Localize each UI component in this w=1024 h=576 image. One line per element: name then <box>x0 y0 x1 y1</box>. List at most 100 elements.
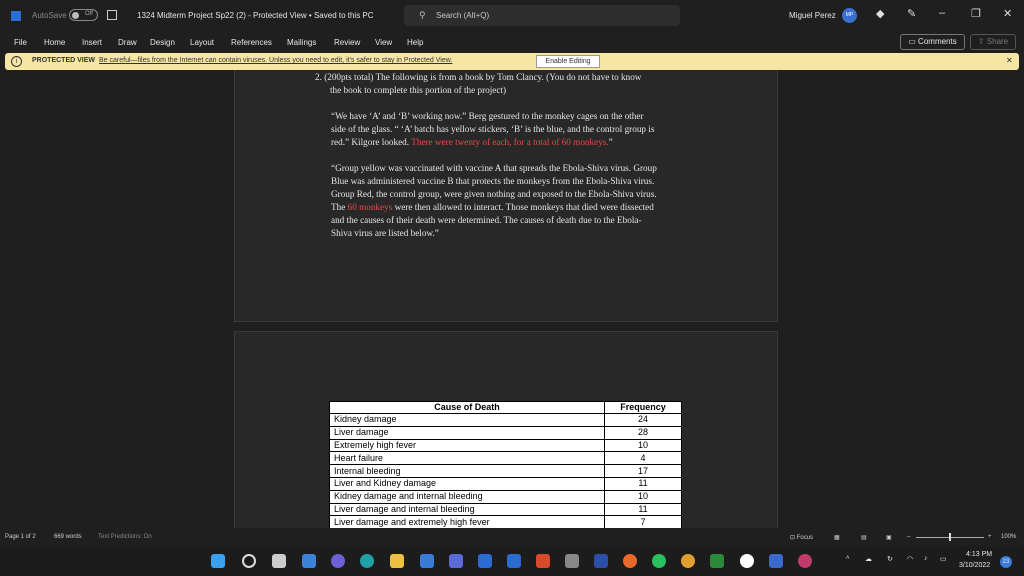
search-icon: ⚲ <box>419 10 426 20</box>
share-icon: ⇧ <box>977 37 987 46</box>
widgets-icon[interactable] <box>302 554 316 568</box>
app-icon[interactable] <box>565 554 579 568</box>
share-button[interactable]: ⇧ Share <box>970 34 1016 50</box>
clock-time[interactable]: 4:13 PM <box>966 551 992 558</box>
tab-file[interactable]: File <box>14 38 27 47</box>
search-icon[interactable] <box>242 554 256 568</box>
page-2: Cause of Death Frequency Kidney damage 24… <box>234 331 778 528</box>
wifi-icon[interactable]: ◠ <box>907 555 913 563</box>
app-icon[interactable] <box>594 554 608 568</box>
close-icon[interactable]: ✕ <box>1003 7 1012 20</box>
table-row: Extremely high fever 10 <box>329 438 682 453</box>
taskbar: ^ ☁ ↻ ◠ ♪ ▭ 4:13 PM 3/10/2022 23 <box>0 546 1024 576</box>
cause-cell: Liver and Kidney damage <box>329 476 605 491</box>
zoom-in-icon[interactable]: + <box>988 534 992 540</box>
ribbon-tabs: File Home Insert Draw Design Layout Refe… <box>0 32 1024 52</box>
tab-insert[interactable]: Insert <box>82 38 102 47</box>
chrome-icon[interactable] <box>681 554 695 568</box>
app-icon[interactable] <box>623 554 637 568</box>
tab-help[interactable]: Help <box>407 38 423 47</box>
frequency-cell: 17 <box>604 464 682 478</box>
tab-home[interactable]: Home <box>44 38 65 47</box>
whatsapp-icon[interactable] <box>652 554 666 568</box>
chevron-up-icon[interactable]: ^ <box>846 556 849 563</box>
status-bar: Page 1 of 2 669 words Text Predictions: … <box>0 528 1024 546</box>
zoom-level[interactable]: 100% <box>1001 534 1016 540</box>
highlighted-text: There were twenty of each, for a total o… <box>411 137 609 147</box>
protected-view-message[interactable]: Be careful—files from the Internet can c… <box>99 57 452 64</box>
frequency-cell: 10 <box>604 489 682 504</box>
dropbox-icon[interactable] <box>507 554 521 568</box>
table-row: Kidney damage 24 <box>329 413 682 427</box>
user-name[interactable]: Miguel Perez <box>789 11 836 20</box>
frequency-cell: 10 <box>604 438 682 453</box>
autosave-toggle[interactable]: Off <box>69 9 98 21</box>
autosave-label: AutoSave <box>32 11 67 20</box>
tab-layout[interactable]: Layout <box>190 38 214 47</box>
cause-cell: Kidney damage and internal bleeding <box>329 489 605 504</box>
table-header: Cause of Death <box>329 401 605 414</box>
table-header: Frequency <box>604 401 682 414</box>
tab-review[interactable]: Review <box>334 38 360 47</box>
sync-icon[interactable]: ↻ <box>887 555 893 563</box>
pen-icon[interactable]: ✎ <box>907 7 916 20</box>
tab-design[interactable]: Design <box>150 38 175 47</box>
store-icon[interactable] <box>449 554 463 568</box>
tab-references[interactable]: References <box>231 38 272 47</box>
volume-icon[interactable]: ♪ <box>924 555 928 562</box>
app-icon[interactable] <box>710 554 724 568</box>
focus-icon: ⊡ <box>790 535 797 541</box>
clock-date[interactable]: 3/10/2022 <box>959 562 990 569</box>
text-predictions[interactable]: Text Predictions: On <box>98 534 152 540</box>
battery-icon[interactable]: ▭ <box>940 555 947 563</box>
focus-button[interactable]: ⊡ Focus <box>790 534 813 541</box>
notification-badge[interactable]: 23 <box>1000 556 1012 568</box>
cause-cell: Liver damage <box>329 425 605 440</box>
print-layout-icon[interactable]: ▤ <box>861 534 867 541</box>
table-row: Liver damage and extremely high fever 7 <box>329 515 682 528</box>
web-layout-icon[interactable]: ▣ <box>886 534 892 541</box>
table-row: Liver damage 28 <box>329 425 682 440</box>
minimize-icon[interactable]: – <box>939 7 945 19</box>
edge-icon[interactable] <box>360 554 374 568</box>
app-icon[interactable] <box>769 554 783 568</box>
cause-cell: Extremely high fever <box>329 438 605 453</box>
comments-button[interactable]: ▭ Comments <box>900 34 965 50</box>
app-icon[interactable] <box>798 554 812 568</box>
cloud-icon[interactable]: ☁ <box>865 555 872 563</box>
read-mode-icon[interactable]: ▦ <box>834 534 840 541</box>
save-icon[interactable] <box>107 10 117 20</box>
cause-cell: Liver damage and extremely high fever <box>329 515 605 528</box>
zoom-out-icon[interactable]: – <box>907 534 910 540</box>
windows-start-icon[interactable] <box>211 554 225 568</box>
search-placeholder: Search (Alt+Q) <box>436 11 490 20</box>
table-row: Internal bleeding 17 <box>329 464 682 478</box>
tab-view[interactable]: View <box>375 38 392 47</box>
word-taskbar-icon[interactable] <box>478 554 492 568</box>
restore-icon[interactable]: ❐ <box>971 7 981 20</box>
diamond-icon[interactable]: ◆ <box>876 7 884 20</box>
mail-icon[interactable] <box>420 554 434 568</box>
protected-view-label: PROTECTED VIEW <box>32 57 96 64</box>
frequency-cell: 24 <box>604 413 682 427</box>
tab-mailings[interactable]: Mailings <box>287 38 316 47</box>
enable-editing-button[interactable]: Enable Editing <box>536 55 600 68</box>
cause-cell: Kidney damage <box>329 413 605 427</box>
word-count[interactable]: 669 words <box>54 534 82 540</box>
tab-draw[interactable]: Draw <box>118 38 137 47</box>
task-view-icon[interactable] <box>272 554 286 568</box>
office-icon[interactable] <box>536 554 550 568</box>
frequency-cell: 4 <box>604 451 682 466</box>
highlighted-text: 60 monkeys <box>347 202 393 212</box>
document-canvas[interactable]: 2. (200pts total) The following is from … <box>0 70 1024 528</box>
chat-icon[interactable] <box>331 554 345 568</box>
table-row: Liver damage and internal bleeding 11 <box>329 502 682 517</box>
app-icon[interactable] <box>740 554 754 568</box>
table-row: Kidney damage and internal bleeding 10 <box>329 489 682 504</box>
page-count[interactable]: Page 1 of 2 <box>5 534 36 540</box>
search-box[interactable]: ⚲ Search (Alt+Q) <box>404 5 680 26</box>
file-explorer-icon[interactable] <box>390 554 404 568</box>
avatar[interactable]: MP <box>842 8 857 23</box>
zoom-slider-handle[interactable] <box>949 533 951 541</box>
close-bar-icon[interactable]: ✕ <box>1006 56 1013 65</box>
